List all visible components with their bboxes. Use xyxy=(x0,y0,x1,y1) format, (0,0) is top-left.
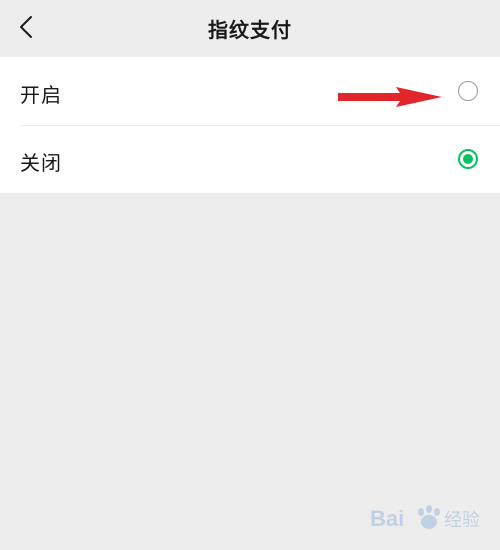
page-title: 指纹支付 xyxy=(208,18,292,42)
option-disable-label: 关闭 xyxy=(20,151,62,175)
navigation-bar: 指纹支付 xyxy=(0,0,500,56)
svg-text:Bai: Bai xyxy=(370,506,404,531)
radio-enable-unchecked[interactable] xyxy=(458,81,478,101)
fingerprint-pay-option-list: 开启 关闭 xyxy=(0,57,500,193)
option-enable[interactable]: 开启 xyxy=(0,57,500,125)
radio-disable-checked[interactable] xyxy=(458,149,478,169)
baidu-jingyan-watermark-icon: Bai 经验 xyxy=(370,505,480,531)
option-disable[interactable]: 关闭 xyxy=(0,125,500,193)
svg-text:经验: 经验 xyxy=(444,510,480,531)
option-enable-label: 开启 xyxy=(20,83,62,107)
